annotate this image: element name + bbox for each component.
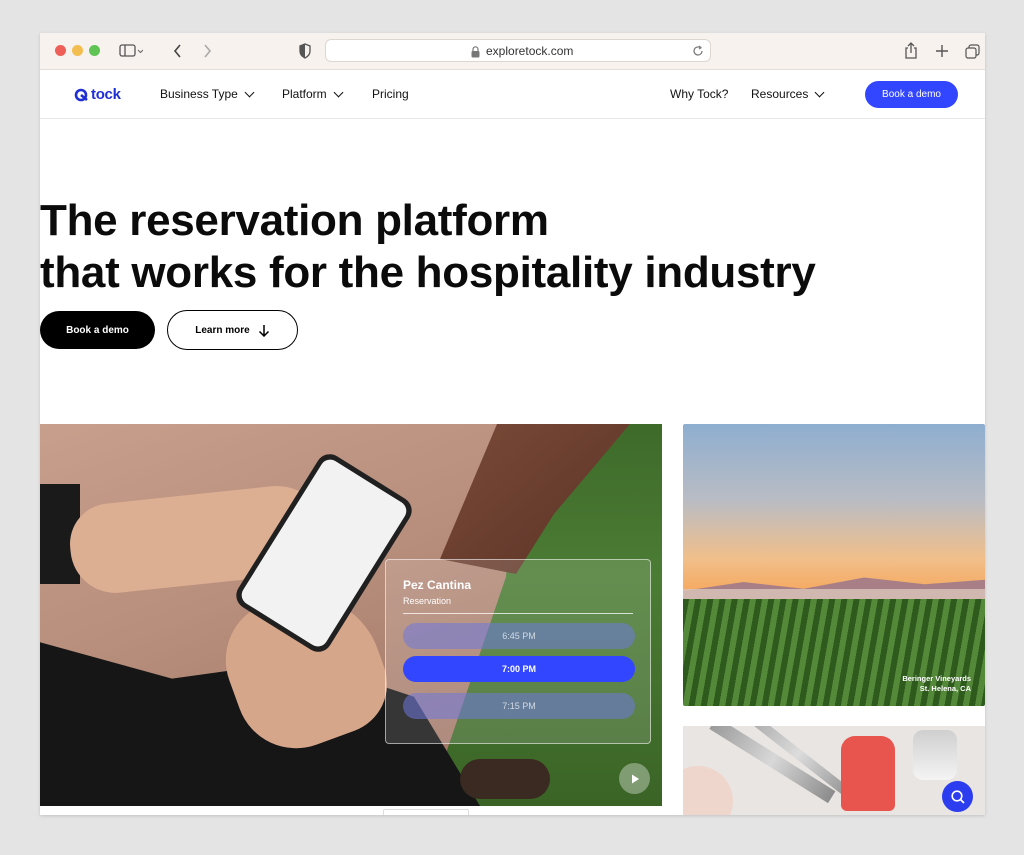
minimize-window-button[interactable] <box>72 45 83 56</box>
nav-why-tock[interactable]: Why Tock? <box>670 87 728 101</box>
browser-window: exploretock.com tock Business Type Platf… <box>40 33 985 815</box>
lock-icon <box>471 45 480 63</box>
hero-title-line-1: The reservation platform <box>40 196 549 245</box>
arrow-down-icon <box>258 324 269 337</box>
nav-why-tock-label: Why Tock? <box>670 87 729 101</box>
vineyard-name: Beringer Vineyards <box>902 674 971 683</box>
share-icon[interactable] <box>904 41 918 61</box>
close-window-button[interactable] <box>55 45 66 56</box>
divider <box>403 613 633 614</box>
shoe <box>460 759 550 799</box>
play-icon <box>631 774 639 783</box>
learn-more-label: Learn more <box>195 324 250 336</box>
shield-icon[interactable] <box>298 41 312 61</box>
hero-learn-more-button[interactable]: Learn more <box>167 310 298 350</box>
chevron-down-icon <box>333 87 344 97</box>
sky <box>683 424 985 594</box>
fork <box>739 726 857 802</box>
chevron-down-icon <box>244 87 255 97</box>
reservation-subtitle: Reservation <box>403 596 452 606</box>
nav-resources[interactable]: Resources <box>751 87 825 101</box>
chevron-down-icon <box>814 87 825 97</box>
dining-table-photo <box>683 726 985 815</box>
search-button[interactable] <box>942 781 973 812</box>
tabs-overview-icon[interactable] <box>965 41 981 61</box>
forward-icon[interactable] <box>202 41 212 61</box>
back-icon[interactable] <box>173 41 183 61</box>
logo-text: tock <box>91 86 121 103</box>
play-button[interactable] <box>619 763 650 794</box>
new-tab-icon[interactable] <box>935 41 949 61</box>
browser-toolbar: exploretock.com <box>40 33 985 70</box>
reload-icon[interactable] <box>692 44 704 62</box>
search-icon <box>950 789 965 804</box>
sidebar-icon[interactable] <box>119 41 143 61</box>
url-text: exploretock.com <box>486 44 574 58</box>
reservation-card: Pez Cantina Reservation 6:45 PM 7:00 PM … <box>385 559 651 744</box>
hero-video-still[interactable]: Pez Cantina Reservation 6:45 PM 7:00 PM … <box>40 424 662 806</box>
nav-pricing-label: Pricing <box>372 87 409 101</box>
salt-shaker <box>913 730 957 780</box>
nav-pricing[interactable]: Pricing <box>372 87 409 101</box>
time-slot-715[interactable]: 7:15 PM <box>403 693 635 719</box>
nav-resources-label: Resources <box>751 87 809 101</box>
address-bar[interactable]: exploretock.com <box>325 39 711 62</box>
nav-business-type-label: Business Type <box>160 87 238 101</box>
vineyard-caption: Beringer Vineyards St. Helena, CA <box>902 674 971 694</box>
hero-title: The reservation platform that works for … <box>40 195 816 299</box>
caption-stub <box>383 809 469 815</box>
vineyard-photo: Beringer Vineyards St. Helena, CA <box>683 424 985 706</box>
nav-platform[interactable]: Platform <box>282 87 344 101</box>
nav-business-type[interactable]: Business Type <box>160 87 255 101</box>
time-slot-700[interactable]: 7:00 PM <box>403 656 635 682</box>
zoom-window-button[interactable] <box>89 45 100 56</box>
tock-logo[interactable]: tock <box>74 86 121 103</box>
drink-bottle <box>841 736 895 811</box>
tock-logo-icon <box>74 88 88 101</box>
site-nav: tock Business Type Platform Pricing Why … <box>40 71 985 119</box>
time-slot-645[interactable]: 6:45 PM <box>403 623 635 649</box>
hero-book-demo-button[interactable]: Book a demo <box>40 311 155 349</box>
nav-platform-label: Platform <box>282 87 327 101</box>
coaster <box>683 766 733 815</box>
nav-book-demo-button[interactable]: Book a demo <box>865 81 958 108</box>
vineyard-location: St. Helena, CA <box>919 684 971 693</box>
hero-title-line-2: that works for the hospitality industry <box>40 248 816 297</box>
reservation-venue: Pez Cantina <box>403 578 472 592</box>
